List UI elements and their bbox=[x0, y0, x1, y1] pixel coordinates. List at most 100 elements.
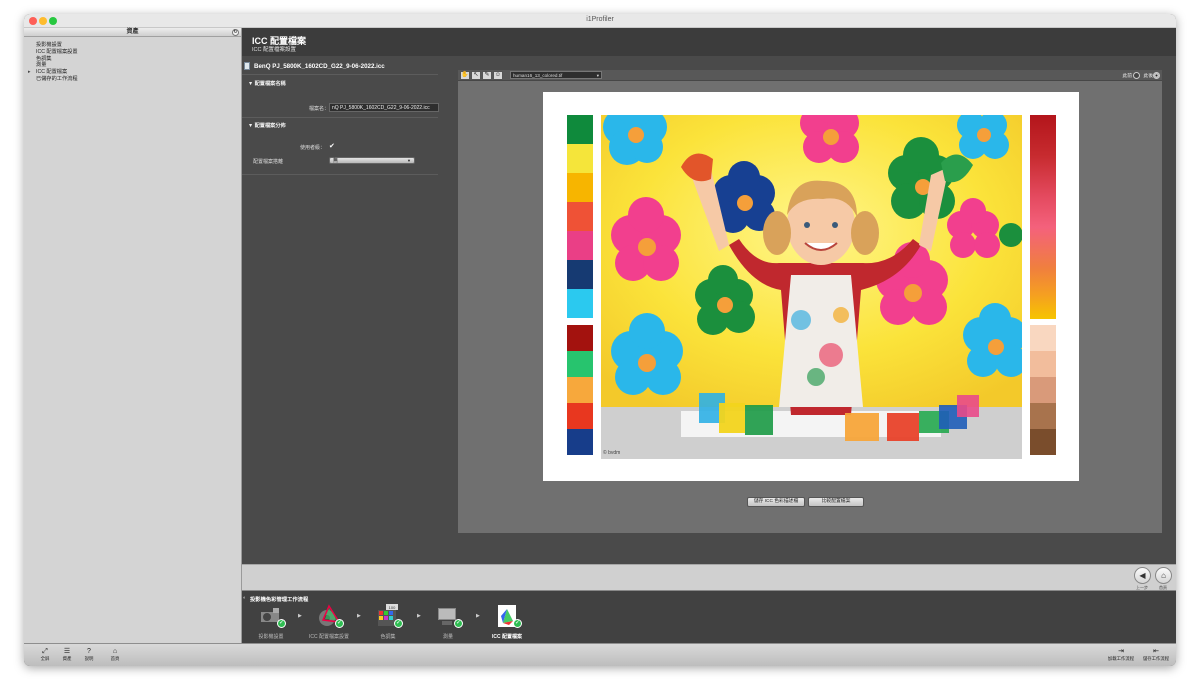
left-swatches-bottom bbox=[567, 325, 593, 455]
workflow-collapse-icon[interactable]: ◐ bbox=[243, 595, 246, 601]
previous-step-button[interactable]: ◀ bbox=[1134, 567, 1151, 584]
help-button[interactable]: ? 說明 bbox=[78, 647, 100, 662]
checkmark-icon: ✓ bbox=[513, 619, 522, 628]
image-preview-area: ✋ ↖ ✎ ☺ human16_13_colored.tif ▾ 此前 此後 ©… bbox=[458, 70, 1162, 533]
bottom-toolbar: ⤢ 全屏 ☰ 資產 ? 說明 ⌂ 首頁 ⇥ 加載工作流程 ⇤ 儲存工作流程 bbox=[24, 643, 1176, 666]
photo-illustration bbox=[601, 115, 1022, 459]
tree-item-saved-workflows[interactable]: 已儲存的工作流程 bbox=[36, 76, 241, 83]
checkmark-icon: ✓ bbox=[277, 619, 286, 628]
save-workflow-icon: ⇤ bbox=[1153, 648, 1159, 655]
person-image-icon[interactable]: ☺ bbox=[493, 71, 503, 80]
workflow-step-icc-profile[interactable]: ✓ ICC 配置檔案 bbox=[482, 604, 532, 642]
list-icon: ☰ bbox=[63, 648, 71, 655]
arrow-left-icon: ◀ bbox=[1139, 571, 1146, 580]
preview-toolbar: ✋ ↖ ✎ ☺ human16_13_colored.tif ▾ 此前 此後 bbox=[458, 70, 1162, 81]
file-name-label: 檔案名： bbox=[309, 106, 330, 112]
workflow-step-patch-set[interactable]: 100 ✓ 色調集 bbox=[363, 604, 413, 642]
home-icon: ⌂ bbox=[1161, 571, 1166, 580]
color-swatch bbox=[567, 403, 593, 429]
workflow-step-icc-settings[interactable]: ✓ ICC 配置檔案設置 bbox=[304, 604, 354, 642]
chevron-down-icon: ▼ bbox=[407, 158, 411, 163]
workflow-title: 投影機色彩管理工作流程 bbox=[250, 597, 309, 603]
color-swatch bbox=[567, 377, 593, 403]
before-label: 此前 bbox=[1122, 74, 1132, 79]
tree-item-projector-setup[interactable]: 投影機設置 bbox=[36, 42, 241, 49]
assets-panel-header: 資產 ↻ bbox=[24, 28, 241, 37]
workflow-step-label: 色調集 bbox=[380, 634, 396, 640]
color-swatch bbox=[567, 115, 593, 144]
user-level-label: 使用者級： bbox=[300, 145, 326, 151]
checkmark-icon: ✓ bbox=[335, 619, 344, 628]
workflow-step-label: 投影機設置 bbox=[258, 634, 284, 640]
skin-swatch bbox=[1030, 351, 1056, 377]
workflow-step-label: 測量 bbox=[442, 634, 453, 640]
hand-tool-icon[interactable]: ✋ bbox=[460, 71, 470, 80]
left-swatches-top bbox=[567, 115, 593, 318]
test-photo-child-painting: © bvdm bbox=[601, 115, 1022, 459]
load-workflow-button[interactable]: ⇥ 加載工作流程 bbox=[1104, 647, 1138, 662]
pointer-tool-icon[interactable]: ↖ bbox=[471, 71, 481, 80]
assets-panel-title: 資產 bbox=[126, 29, 139, 35]
help-icon: ? bbox=[87, 648, 91, 655]
preview-image-select[interactable]: human16_13_colored.tif ▾ bbox=[510, 71, 602, 79]
color-swatch bbox=[567, 231, 593, 260]
load-workflow-label: 加載工作流程 bbox=[1107, 656, 1135, 661]
color-swatch bbox=[567, 289, 593, 318]
profile-settings-panel: BenQ PJ_5800K_1602CD_G22_9-06-2022.icc ▼… bbox=[242, 56, 440, 564]
main-content: ICC 配置檔案 ICC 配置檔案設置 BenQ PJ_5800K_1602CD… bbox=[242, 28, 1176, 564]
profile-select-label: 配置檔案搭離 bbox=[253, 159, 284, 165]
preview-image-value: human16_13_colored.tif bbox=[513, 73, 563, 78]
arrow-right-icon: ▶ bbox=[298, 613, 302, 619]
skin-swatch bbox=[1030, 403, 1056, 429]
save-icc-profile-button[interactable]: 儲存 ICC 色彩描述檔 bbox=[747, 497, 805, 507]
fullscreen-icon: ⤢ bbox=[42, 648, 48, 655]
page-header: ICC 配置檔案 ICC 配置檔案設置 bbox=[242, 28, 1176, 56]
assets-panel: 資產 ↻ 投影機設置 ICC 配置檔案設置 色調集 測量 ICC 配置檔案 已儲… bbox=[24, 28, 242, 644]
profile-distribution-select[interactable]: 無 ▼ bbox=[329, 157, 415, 164]
home-label: 首頁 bbox=[110, 656, 120, 661]
assets-label: 資產 bbox=[62, 656, 72, 661]
right-swatches-top bbox=[1030, 115, 1056, 319]
user-level-checkbox[interactable]: ✔ bbox=[329, 142, 335, 150]
color-swatch bbox=[567, 325, 593, 351]
checkmark-icon: ✓ bbox=[394, 619, 403, 628]
workflow-panel: ◐ 投影機色彩管理工作流程 ✓ 投影機設置 ▶ ✓ ICC 配置檔案設置 ▶ 1… bbox=[242, 591, 1176, 643]
after-label: 此後 bbox=[1143, 74, 1153, 79]
page-subtitle: ICC 配置檔案設置 bbox=[252, 47, 297, 53]
divider bbox=[242, 174, 438, 175]
profile-file-title: BenQ PJ_5800K_1602CD_G22_9-06-2022.icc bbox=[254, 63, 385, 70]
tree-item-icc-profile[interactable]: ICC 配置檔案 bbox=[28, 69, 241, 76]
color-swatch bbox=[567, 429, 593, 455]
eyedropper-tool-icon[interactable]: ✎ bbox=[482, 71, 492, 80]
save-workflow-button[interactable]: ⇤ 儲存工作流程 bbox=[1139, 647, 1173, 662]
title-bar: i1Profiler bbox=[24, 14, 1176, 28]
tree-item-icc-profile-setup[interactable]: ICC 配置檔案設置 bbox=[36, 49, 241, 56]
section-profile-distribution[interactable]: ▼ 配置檔案分佈 bbox=[248, 122, 286, 129]
fullscreen-button[interactable]: ⤢ 全屏 bbox=[34, 647, 56, 662]
before-radio[interactable] bbox=[1133, 72, 1140, 79]
load-workflow-icon: ⇥ bbox=[1118, 648, 1124, 655]
home-step-button[interactable]: ⌂ bbox=[1155, 567, 1172, 584]
fullscreen-label: 全屏 bbox=[40, 656, 50, 661]
section-profile-name[interactable]: ▼ 配置檔案名稱 bbox=[248, 80, 286, 87]
patch-count-badge: 100 bbox=[389, 605, 396, 610]
navigation-strip: ◀ 上一步 ⌂ 首頁 bbox=[242, 564, 1176, 591]
panel-refresh-icon[interactable]: ↻ bbox=[232, 29, 239, 36]
assets-button[interactable]: ☰ 資產 bbox=[56, 647, 78, 662]
tree-item-patch-set[interactable]: 色調集 bbox=[36, 56, 241, 63]
color-swatch bbox=[567, 144, 593, 173]
after-radio[interactable] bbox=[1153, 72, 1160, 79]
home-button[interactable]: ⌂ 首頁 bbox=[104, 647, 126, 662]
compare-profiles-button[interactable]: 比較配置檔案 bbox=[808, 497, 864, 507]
photo-credit: © bvdm bbox=[603, 450, 621, 456]
workflow-step-measurement[interactable]: ✓ 測量 bbox=[423, 604, 473, 642]
workflow-step-label: ICC 配置檔案設置 bbox=[308, 634, 349, 640]
section-profile-name-label: 配置檔案名稱 bbox=[254, 81, 286, 87]
skin-swatch bbox=[1030, 377, 1056, 403]
file-name-input[interactable]: nQ PJ_5800K_1602CD_G22_9-06-2022.icc bbox=[329, 103, 439, 112]
checkmark-icon: ✓ bbox=[454, 619, 463, 628]
arrow-right-icon: ▶ bbox=[417, 613, 421, 619]
profile-distribution-value: 無 bbox=[333, 158, 339, 164]
workflow-step-projector-setup[interactable]: ✓ 投影機設置 bbox=[246, 604, 296, 642]
test-image-paper: © bvdm bbox=[543, 92, 1079, 481]
